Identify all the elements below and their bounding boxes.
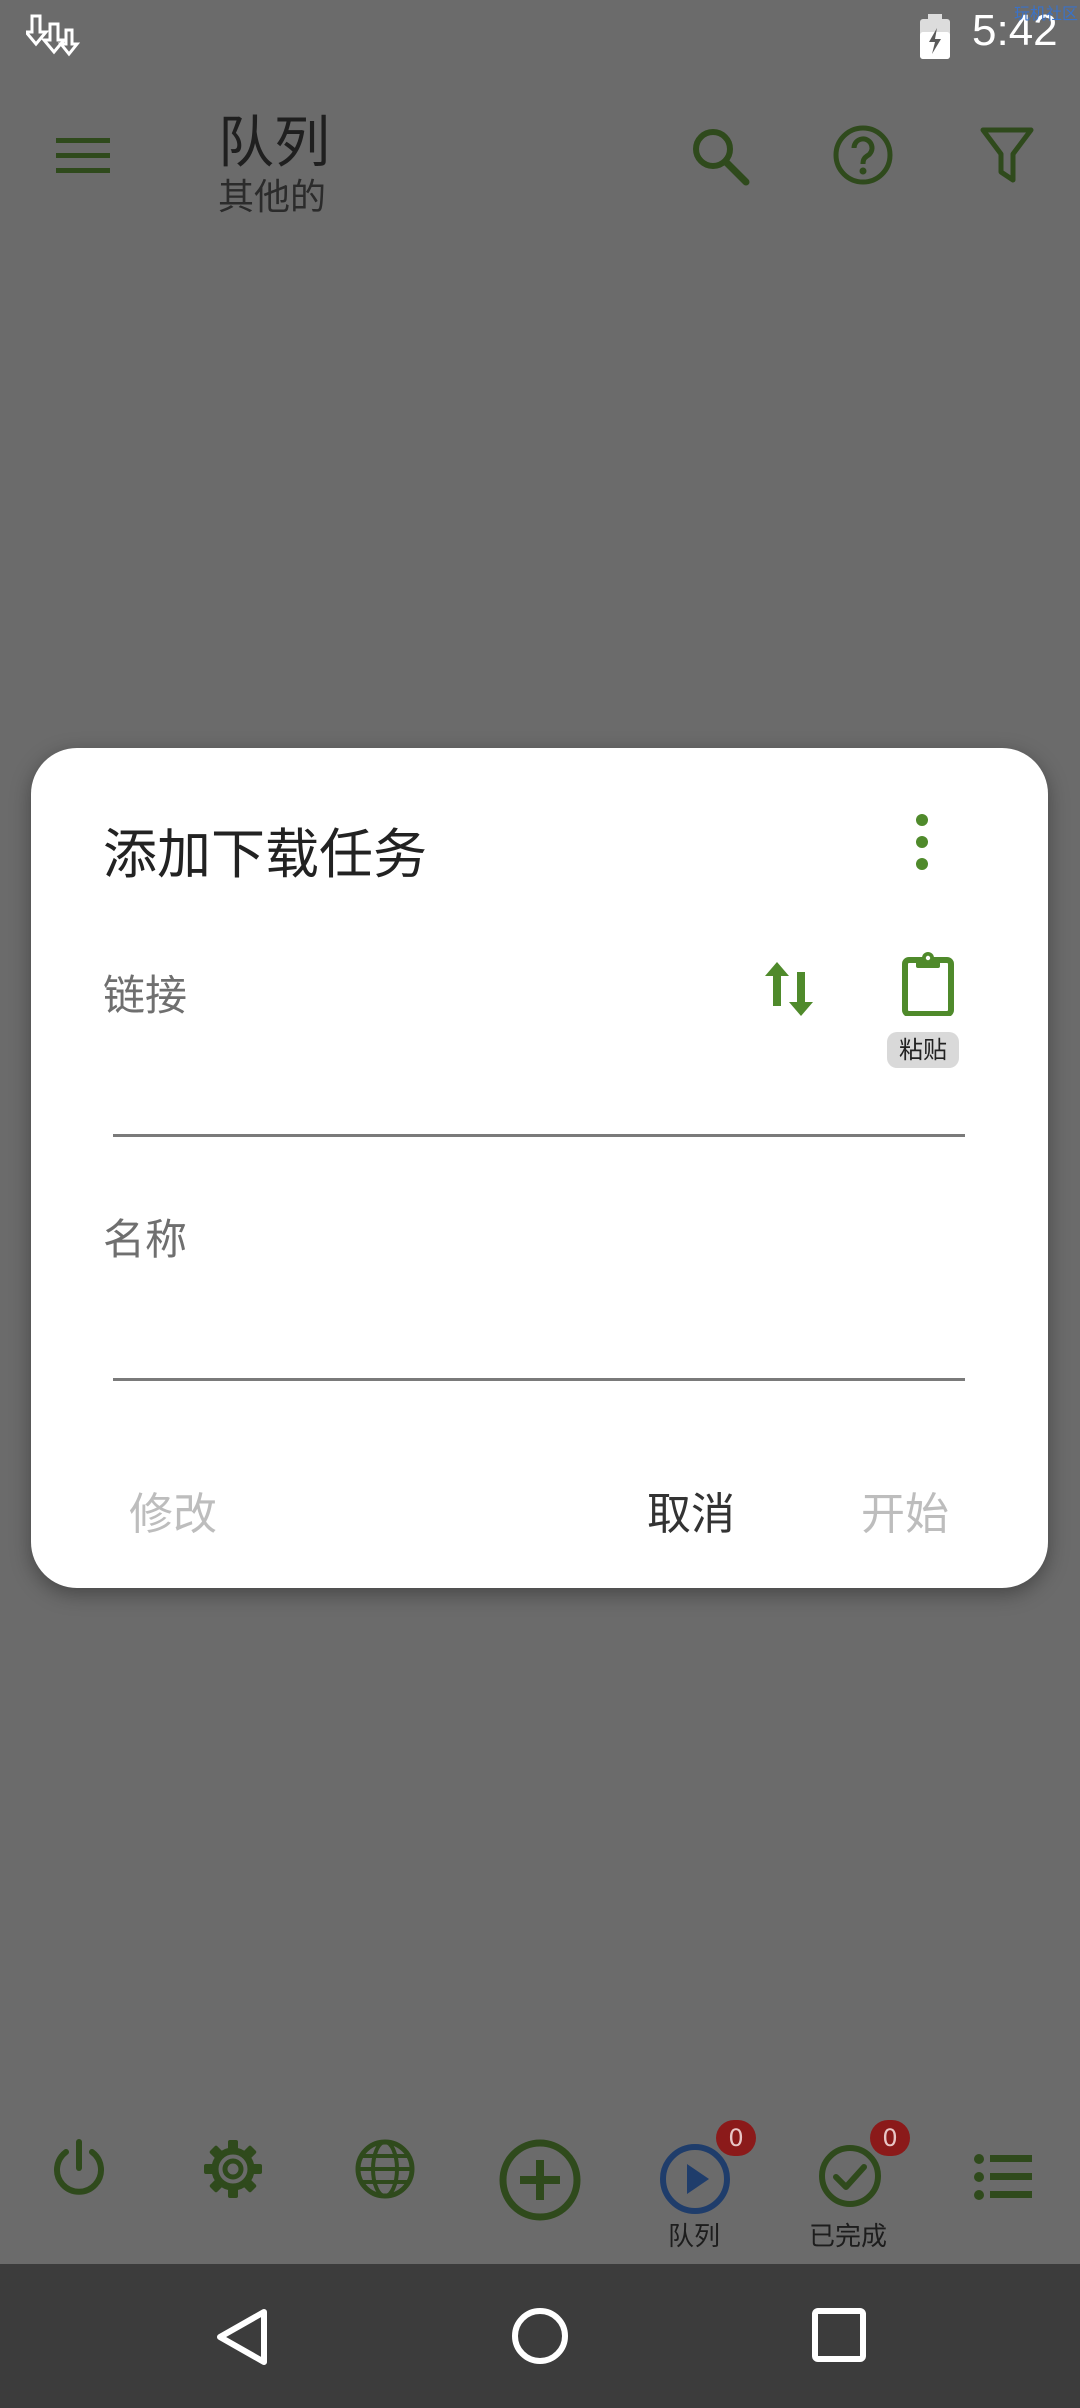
download-status-icon xyxy=(26,14,81,57)
recent-apps-icon[interactable] xyxy=(812,2308,866,2362)
name-field-label: 名称 xyxy=(103,1215,188,1264)
start-button[interactable]: 开始 xyxy=(861,1478,949,1542)
add-download-icon[interactable] xyxy=(498,2138,582,2222)
paste-label: 粘贴 xyxy=(887,1032,959,1068)
page-title: 队列 xyxy=(218,111,330,176)
check-circle-icon xyxy=(819,2145,881,2207)
status-bar: 5:42 玩机社区 xyxy=(0,0,1080,74)
modify-button[interactable]: 修改 xyxy=(129,1478,217,1542)
globe-icon[interactable] xyxy=(354,2138,416,2200)
more-options-icon[interactable] xyxy=(911,812,933,872)
name-input[interactable] xyxy=(113,1378,965,1381)
system-nav-bar xyxy=(0,2264,1080,2408)
app-bar: 队列 其他的 xyxy=(0,74,1080,234)
page-subtitle: 其他的 xyxy=(218,177,327,218)
play-circle-icon xyxy=(660,2144,730,2214)
clipboard-icon xyxy=(902,952,954,1016)
paste-button[interactable]: 粘贴 xyxy=(887,952,959,1082)
swap-icon[interactable] xyxy=(761,958,817,1020)
completed-tab-label: 已完成 xyxy=(808,2222,887,2252)
home-icon[interactable] xyxy=(510,2306,570,2366)
filter-icon[interactable] xyxy=(980,126,1034,186)
watermark: 玩机社区 xyxy=(1013,4,1078,23)
link-input[interactable] xyxy=(113,1134,965,1137)
power-icon[interactable] xyxy=(48,2138,110,2200)
help-icon[interactable] xyxy=(832,124,894,186)
battery-charging-icon xyxy=(920,14,950,59)
back-icon[interactable] xyxy=(212,2306,272,2368)
queue-tab-label: 队列 xyxy=(667,2222,720,2252)
add-download-dialog: 添加下载任务 链接 粘贴 名称 修改 取消 开始 xyxy=(31,748,1048,1588)
link-field-label: 链接 xyxy=(103,971,188,1020)
completed-count-badge: 0 xyxy=(870,2120,910,2156)
search-icon[interactable] xyxy=(690,126,750,186)
list-icon[interactable] xyxy=(974,2154,1032,2200)
cancel-button[interactable]: 取消 xyxy=(647,1478,735,1542)
queue-count-badge: 0 xyxy=(716,2120,756,2156)
settings-gear-icon[interactable] xyxy=(202,2138,264,2200)
dialog-title: 添加下载任务 xyxy=(103,823,427,886)
bottom-toolbar: 0 队列 0 已完成 xyxy=(0,2120,1080,2264)
menu-icon[interactable] xyxy=(54,134,114,178)
